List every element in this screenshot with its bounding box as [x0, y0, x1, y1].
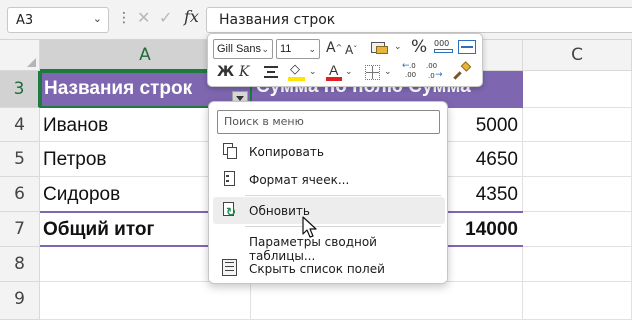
- name-box-value[interactable]: A3: [16, 13, 33, 28]
- formula-input[interactable]: Названия строк: [206, 7, 632, 33]
- corner-triangle-icon: [27, 58, 36, 67]
- merge-center-icon[interactable]: [458, 40, 476, 54]
- menu-item-hide-field-list[interactable]: Скрыть список полей: [213, 255, 445, 282]
- row-header-8[interactable]: 8: [0, 247, 40, 282]
- font-size-select[interactable]: 11 ⌄: [276, 39, 320, 59]
- mini-toolbar: Gill Sans ⌄ 11 ⌄ A^ Aˇ ⌄ % 000 Ж K ◇ ⌄ A…: [207, 33, 483, 87]
- cell-c9[interactable]: [523, 282, 632, 320]
- chevron-down-icon[interactable]: ⌄: [394, 42, 402, 52]
- font-name-select[interactable]: Gill Sans ⌄: [213, 39, 273, 59]
- more-options-icon[interactable]: ⋮: [117, 10, 131, 26]
- row-header-3[interactable]: 3: [0, 71, 40, 108]
- italic-icon[interactable]: K: [239, 64, 249, 80]
- menu-search-input[interactable]: Поиск в меню: [217, 110, 440, 134]
- cell-b9[interactable]: [251, 282, 523, 320]
- cancel-icon[interactable]: ✕: [137, 8, 150, 27]
- cell-c7[interactable]: [523, 212, 632, 247]
- chevron-down-icon[interactable]: ⌄: [93, 12, 102, 25]
- grand-total-label: Общий итог: [43, 219, 155, 240]
- decrease-decimal-icon[interactable]: .00 → .0: [426, 62, 446, 81]
- increase-font-size-icon[interactable]: A^: [326, 40, 342, 56]
- font-name-value[interactable]: Gill Sans: [217, 43, 261, 55]
- pivot-row-value: 4650: [475, 149, 518, 170]
- row-header-5[interactable]: 5: [0, 142, 40, 177]
- pivot-row-value: 5000: [475, 115, 518, 136]
- cell-a9[interactable]: [40, 282, 251, 320]
- name-box[interactable]: A3 ⌄: [7, 7, 109, 33]
- pivot-row-labels-header: Названия строк: [44, 78, 193, 99]
- menu-item-format-cells[interactable]: Формат ячеек...: [213, 166, 445, 193]
- menu-item-pivot-options[interactable]: Параметры сводной таблицы...: [213, 228, 445, 263]
- cell-c8[interactable]: [523, 247, 632, 282]
- menu-item-label: Скрыть список полей: [249, 262, 385, 276]
- field-list-icon: [221, 259, 239, 277]
- formula-value[interactable]: Названия строк: [219, 12, 335, 28]
- cell-c4[interactable]: [523, 108, 632, 142]
- align-center-icon[interactable]: [264, 65, 278, 79]
- grand-total-value: 14000: [465, 219, 518, 240]
- chevron-down-icon[interactable]: ⌄: [384, 67, 392, 77]
- select-all-corner[interactable]: [0, 40, 40, 71]
- mouse-cursor-icon: [302, 216, 317, 238]
- context-menu: Поиск в меню Копировать Формат ячеек... …: [208, 101, 448, 284]
- column-header-c[interactable]: C: [523, 40, 632, 71]
- row-header-4[interactable]: 4: [0, 108, 40, 142]
- excel-window: A3 ⌄ ⋮ ✕ ✓ fx Названия строк A B C 3 4 5…: [0, 0, 632, 320]
- chevron-down-icon[interactable]: ⌄: [309, 67, 317, 77]
- chevron-down-icon[interactable]: ⌄: [345, 67, 353, 77]
- insert-function-icon[interactable]: fx: [184, 7, 199, 26]
- cell-c5[interactable]: [523, 142, 632, 177]
- percent-style-icon[interactable]: %: [411, 39, 427, 56]
- borders-icon[interactable]: [365, 65, 380, 80]
- format-cells-icon: [221, 170, 239, 188]
- refresh-icon: ↻: [221, 201, 239, 219]
- pivot-row-label: Петров: [43, 149, 107, 170]
- format-painter-icon[interactable]: [453, 61, 472, 81]
- pivot-row-label: Иванов: [43, 115, 109, 136]
- comma-style-icon[interactable]: 000: [434, 39, 454, 55]
- accounting-format-icon[interactable]: [371, 41, 389, 55]
- confirm-icon[interactable]: ✓: [159, 8, 172, 27]
- row-header-7[interactable]: 7: [0, 212, 40, 247]
- row-header-9[interactable]: 9: [0, 282, 40, 320]
- menu-item-refresh[interactable]: ↻ Обновить: [213, 197, 445, 224]
- menu-search-placeholder[interactable]: Поиск в меню: [224, 115, 304, 128]
- chevron-down-icon[interactable]: ⌄: [308, 40, 316, 58]
- decrease-font-size-icon[interactable]: Aˇ: [345, 42, 357, 58]
- menu-separator: [245, 195, 441, 196]
- menu-separator: [245, 226, 441, 227]
- cell-c3[interactable]: [523, 71, 632, 108]
- cell-c6[interactable]: [523, 177, 632, 212]
- menu-item-label: Обновить: [249, 204, 310, 218]
- font-color-icon[interactable]: A: [326, 62, 342, 82]
- menu-item-label: Копировать: [249, 145, 324, 159]
- increase-decimal-icon[interactable]: ← .0 .00: [402, 61, 422, 81]
- copy-icon: [221, 142, 239, 160]
- row-header-6[interactable]: 6: [0, 177, 40, 212]
- pivot-row-value: 4350: [475, 184, 518, 205]
- fill-color-icon[interactable]: ◇: [288, 62, 306, 82]
- font-size-value[interactable]: 11: [280, 43, 291, 55]
- menu-item-copy[interactable]: Копировать: [213, 138, 445, 165]
- chevron-down-icon[interactable]: ⌄: [261, 40, 269, 58]
- menu-item-label: Формат ячеек...: [249, 173, 350, 187]
- bold-icon[interactable]: Ж: [217, 64, 234, 80]
- pivot-row-label: Сидоров: [43, 184, 121, 205]
